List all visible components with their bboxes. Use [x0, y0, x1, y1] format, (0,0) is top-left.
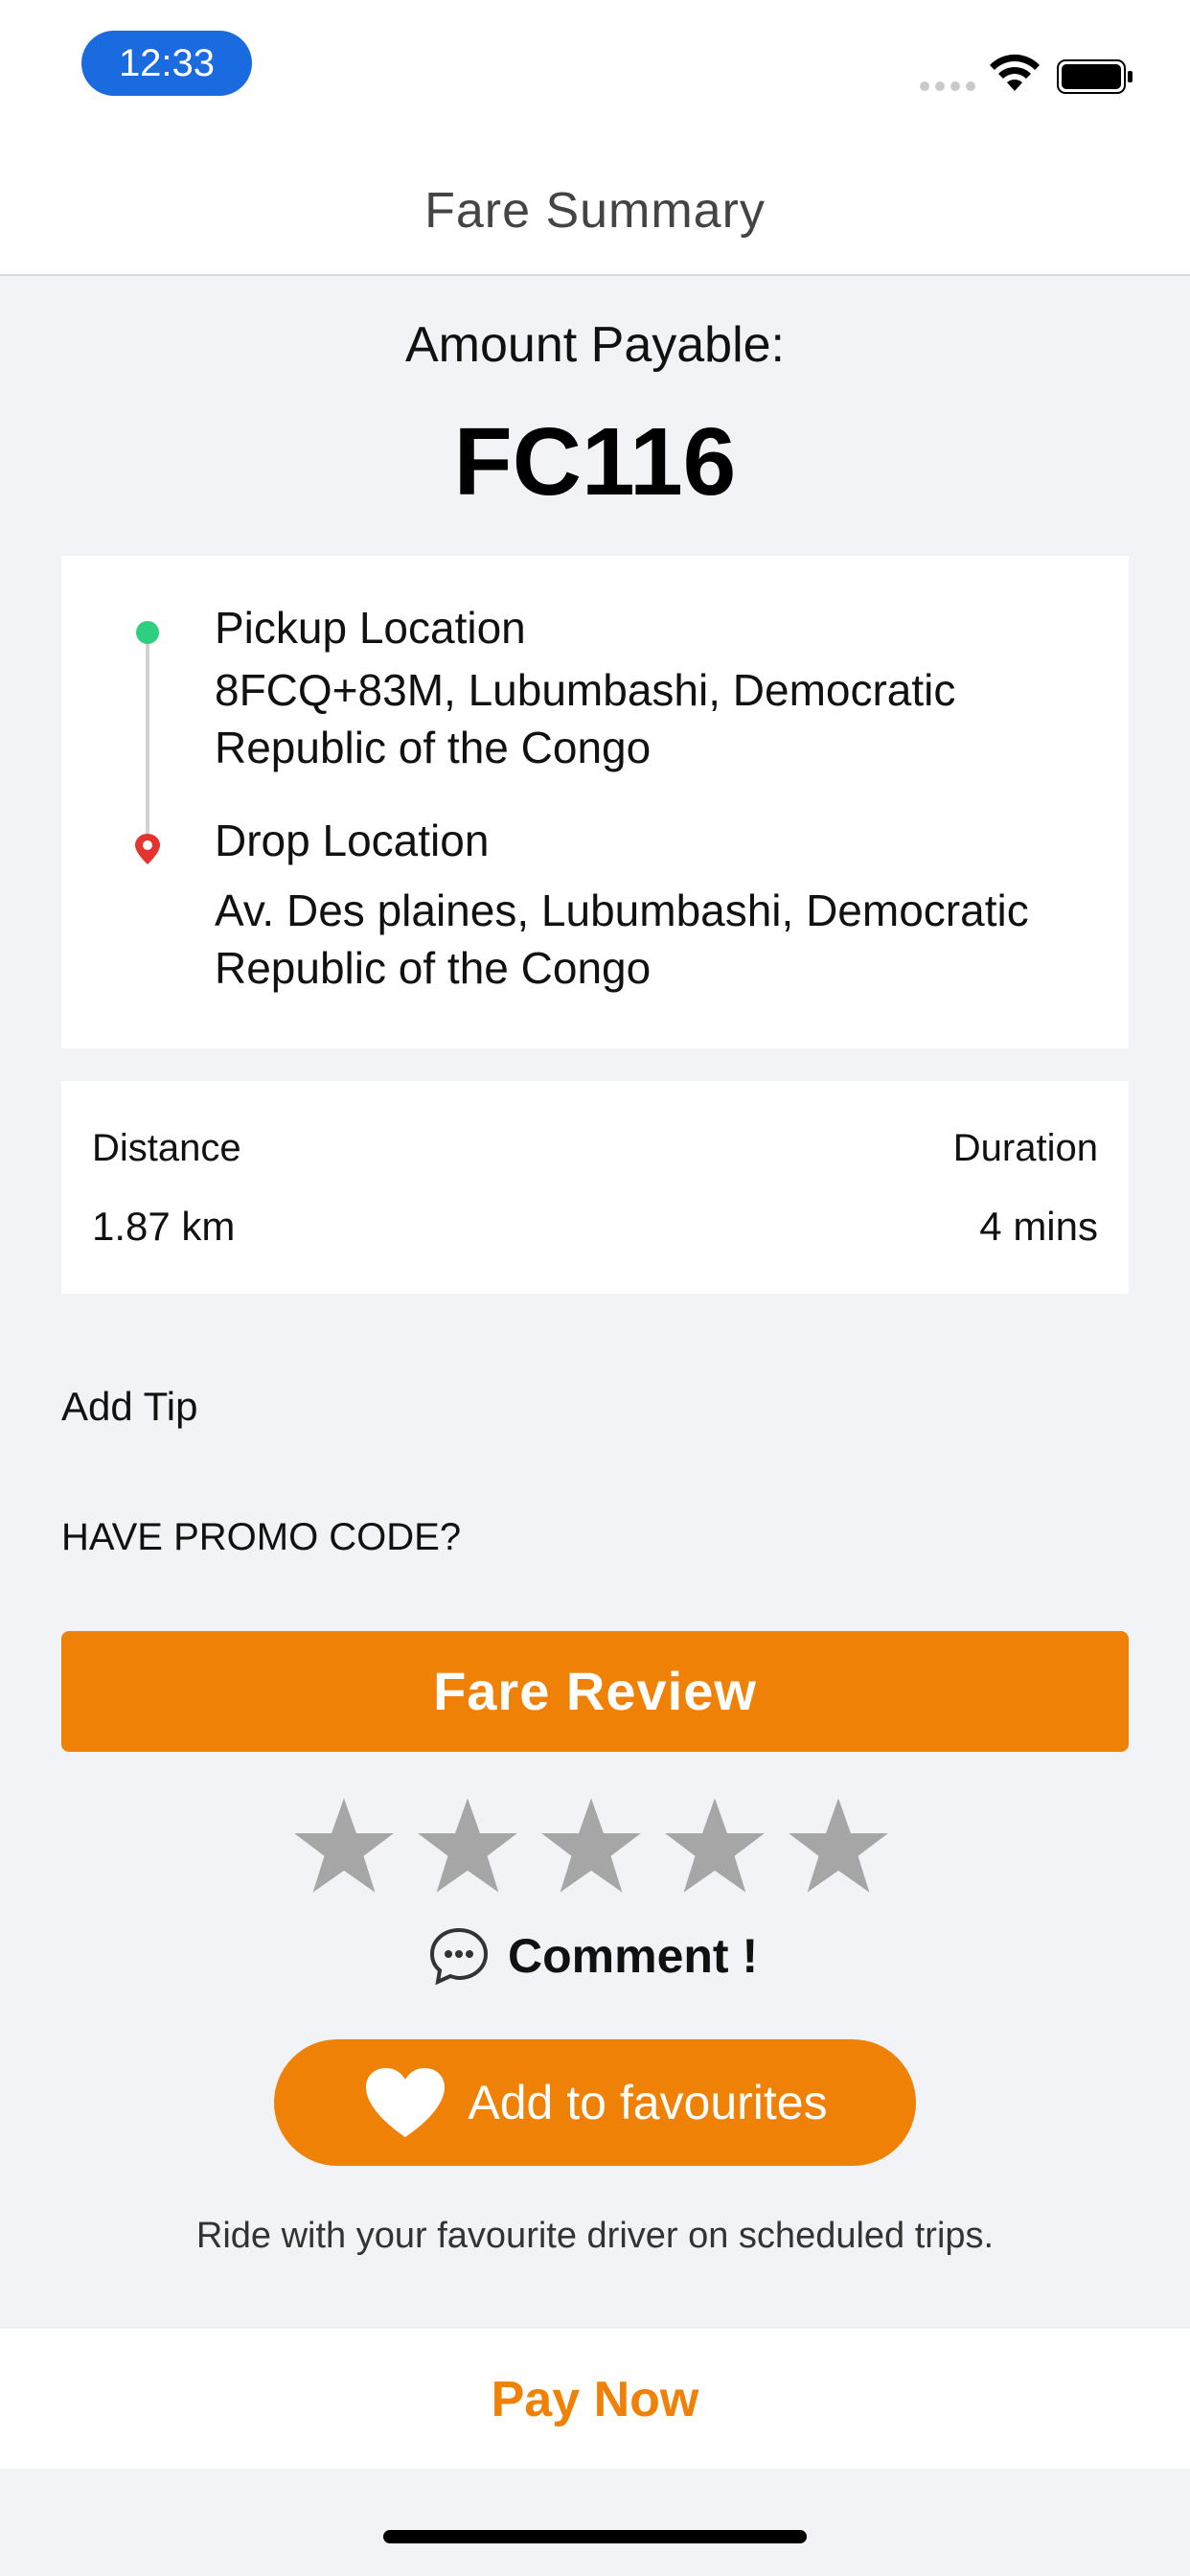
route-line	[146, 632, 149, 834]
battery-icon	[1057, 59, 1133, 94]
cellular-signal-icon	[920, 81, 975, 91]
wifi-icon	[990, 54, 1040, 91]
fare-review-button[interactable]: Fare Review	[61, 1631, 1129, 1752]
pay-bar: Pay Now	[0, 2329, 1190, 2469]
star-icon[interactable]	[292, 1794, 396, 1898]
heart-icon	[366, 2068, 446, 2137]
promo-code-link[interactable]: HAVE PROMO CODE?	[61, 1516, 461, 1559]
nav-header: Fare Summary	[0, 144, 1190, 276]
comment-button[interactable]: Comment !	[427, 1926, 758, 1986]
pickup-address: 8FCQ+83M, Lubumbashi, Democratic Republi…	[215, 665, 956, 772]
duration-label: Duration	[952, 1127, 1098, 1169]
comment-label: Comment !	[508, 1929, 759, 1983]
page-title: Fare Summary	[424, 183, 766, 239]
pay-now-button[interactable]: Pay Now	[0, 2371, 1190, 2428]
star-icon[interactable]	[663, 1794, 767, 1898]
add-to-favourites-button[interactable]: Add to favourites	[274, 2039, 916, 2166]
star-icon[interactable]	[416, 1794, 519, 1898]
pickup-title: Pickup Location	[215, 603, 526, 653]
drop-pin-icon	[135, 834, 160, 864]
distance-label: Distance	[92, 1127, 241, 1169]
pickup-dot-icon	[136, 621, 159, 644]
star-icon[interactable]	[539, 1794, 643, 1898]
drop-address: Av. Des plaines, Lubumbashi, Democratic …	[215, 886, 1029, 993]
home-indicator	[383, 2530, 807, 2543]
route-card: Pickup Location 8FCQ+83M, Lubumbashi, De…	[61, 556, 1129, 1048]
rating-stars	[292, 1794, 890, 1898]
status-time: 12:33	[81, 31, 252, 96]
add-to-favourites-label: Add to favourites	[468, 2076, 828, 2129]
trip-stats-card: Distance 1.87 km Duration 4 mins	[61, 1081, 1129, 1294]
chat-bubble-icon	[429, 1927, 489, 1986]
status-bar: 12:33	[0, 0, 1190, 144]
drop-title: Drop Location	[215, 816, 490, 865]
amount-payable-value: FC116	[453, 408, 737, 516]
duration-value: 4 mins	[979, 1204, 1098, 1249]
amount-payable-label: Amount Payable:	[404, 317, 786, 373]
add-tip-link[interactable]: Add Tip	[61, 1384, 197, 1430]
favourites-hint: Ride with your favourite driver on sched…	[195, 2216, 995, 2256]
star-icon[interactable]	[787, 1794, 890, 1898]
distance-value: 1.87 km	[92, 1204, 236, 1249]
